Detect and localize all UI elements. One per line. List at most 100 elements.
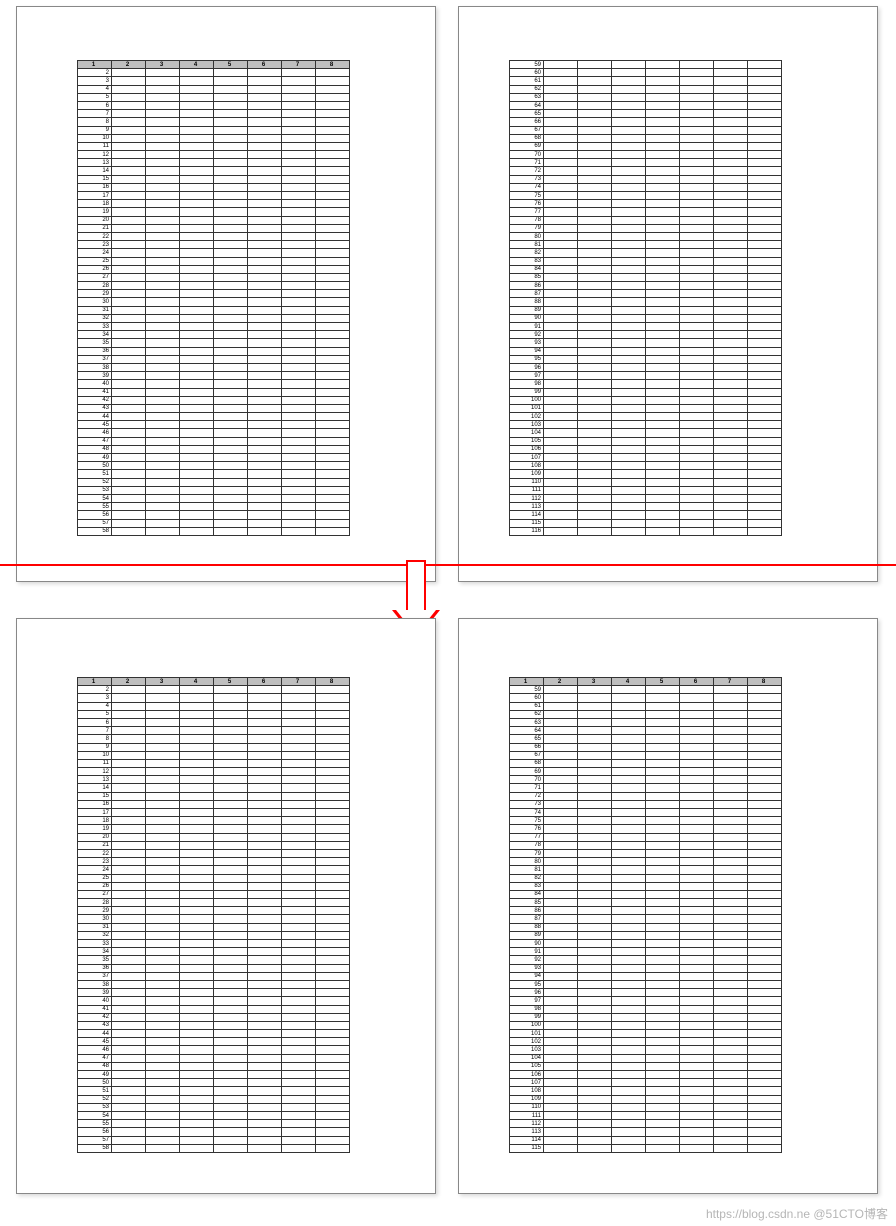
- cell: [748, 931, 782, 939]
- cell: [578, 355, 612, 363]
- cell: [146, 890, 180, 898]
- cell: [680, 694, 714, 702]
- cell: [214, 694, 248, 702]
- cell: [714, 380, 748, 388]
- cell: [578, 1144, 612, 1152]
- cell: [714, 1103, 748, 1111]
- cell: [680, 69, 714, 77]
- cell: [316, 841, 350, 849]
- cell: [748, 142, 782, 150]
- row-number: 48: [78, 445, 112, 453]
- cell: [146, 1071, 180, 1079]
- cell: [316, 429, 350, 437]
- cell: [544, 915, 578, 923]
- cell: [748, 200, 782, 208]
- table-row: 107: [510, 454, 782, 462]
- cell: [248, 710, 282, 718]
- cell: [612, 257, 646, 265]
- cell: [714, 1079, 748, 1087]
- cell: [714, 388, 748, 396]
- cell: [214, 282, 248, 290]
- cell: [544, 1144, 578, 1152]
- table-row: 89: [510, 306, 782, 314]
- cell: [214, 1087, 248, 1095]
- cell: [248, 702, 282, 710]
- cell: [180, 339, 214, 347]
- cell: [214, 69, 248, 77]
- cell: [612, 849, 646, 857]
- table-row: 33: [78, 323, 350, 331]
- cell: [612, 989, 646, 997]
- cell: [646, 511, 680, 519]
- cell: [214, 882, 248, 890]
- cell: [646, 1144, 680, 1152]
- cell: [680, 372, 714, 380]
- cell: [112, 257, 146, 265]
- cell: [646, 372, 680, 380]
- cell: [282, 874, 316, 882]
- cell: [680, 339, 714, 347]
- row-number: 32: [78, 931, 112, 939]
- row-number: 104: [510, 429, 544, 437]
- cell: [112, 85, 146, 93]
- cell: [248, 192, 282, 200]
- cell: [180, 175, 214, 183]
- cell: [248, 874, 282, 882]
- cell: [180, 134, 214, 142]
- cell: [544, 718, 578, 726]
- cell: [282, 527, 316, 535]
- cell: [282, 437, 316, 445]
- cell: [248, 503, 282, 511]
- cell: [680, 126, 714, 134]
- cell: [214, 1021, 248, 1029]
- cell: [578, 997, 612, 1005]
- cell: [248, 445, 282, 453]
- cell: [248, 1046, 282, 1054]
- table-row: 10: [78, 751, 350, 759]
- cell: [112, 866, 146, 874]
- row-number: 11: [78, 142, 112, 150]
- cell: [612, 1013, 646, 1021]
- row-number: 77: [510, 208, 544, 216]
- row-number: 97: [510, 997, 544, 1005]
- row-number: 80: [510, 858, 544, 866]
- row-number: 21: [78, 841, 112, 849]
- cell: [646, 956, 680, 964]
- cell: [316, 380, 350, 388]
- row-number: 116: [510, 527, 544, 535]
- cell: [578, 175, 612, 183]
- cell: [612, 1144, 646, 1152]
- cell: [112, 454, 146, 462]
- cell: [646, 126, 680, 134]
- cell: [214, 1046, 248, 1054]
- cell: [748, 825, 782, 833]
- cell: [282, 273, 316, 281]
- cell: [214, 784, 248, 792]
- cell: [112, 134, 146, 142]
- cell: [282, 347, 316, 355]
- cell: [146, 686, 180, 694]
- cell: [248, 792, 282, 800]
- cell: [248, 232, 282, 240]
- row-number: 13: [78, 776, 112, 784]
- cell: [680, 462, 714, 470]
- cell: [748, 980, 782, 988]
- cell: [180, 980, 214, 988]
- cell: [146, 339, 180, 347]
- cell: [544, 519, 578, 527]
- cell: [248, 907, 282, 915]
- cell: [578, 809, 612, 817]
- cell: [248, 290, 282, 298]
- cell: [748, 265, 782, 273]
- row-number: 44: [78, 1030, 112, 1038]
- cell: [680, 511, 714, 519]
- row-number: 59: [510, 61, 544, 69]
- cell: [282, 306, 316, 314]
- cell: [180, 224, 214, 232]
- cell: [316, 249, 350, 257]
- cell: [714, 257, 748, 265]
- cell: [646, 470, 680, 478]
- table-row: 34: [78, 948, 350, 956]
- cell: [282, 478, 316, 486]
- cell: [214, 232, 248, 240]
